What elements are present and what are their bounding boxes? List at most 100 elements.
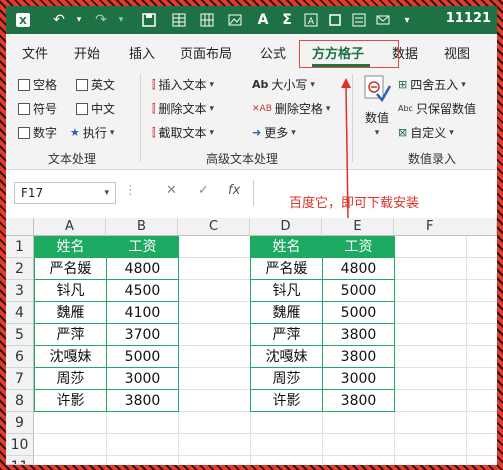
- button-label: 删除文本: [158, 102, 207, 116]
- name-box[interactable]: F17 ▾: [14, 182, 116, 204]
- table-divider: [250, 389, 395, 390]
- text-icon[interactable]: A: [254, 11, 272, 29]
- undo-icon[interactable]: ↶: [50, 11, 68, 29]
- checkbox-english[interactable]: 英文: [76, 76, 115, 93]
- format-icon[interactable]: [350, 11, 368, 29]
- insert-text-button[interactable]: ⫿ 插入文本 ▾: [152, 76, 214, 93]
- checkbox-box[interactable]: [18, 102, 30, 115]
- formula-bar-divider: [253, 180, 254, 206]
- tab-insert[interactable]: 插入: [129, 43, 155, 62]
- select-all-corner[interactable]: [6, 218, 34, 236]
- column-header-b[interactable]: B: [106, 218, 178, 236]
- tab-page-layout[interactable]: 页面布局: [180, 43, 232, 62]
- table-icon[interactable]: [170, 11, 188, 29]
- checkbox-box[interactable]: [18, 126, 30, 139]
- chevron-down-icon[interactable]: ▾: [104, 188, 109, 198]
- group-divider: [140, 74, 141, 162]
- execute-button[interactable]: ★ 执行 ▾: [70, 124, 114, 141]
- more-button[interactable]: ➜ 更多 ▾: [252, 124, 296, 141]
- grid-icon[interactable]: [198, 11, 216, 29]
- confirm-icon[interactable]: ✓: [198, 183, 209, 198]
- undo-dropdown-icon[interactable]: ▾: [70, 11, 88, 29]
- numeric-button[interactable]: 数值 ▾: [360, 74, 394, 138]
- extract-text-button[interactable]: ⫿ 截取文本 ▾: [152, 124, 214, 141]
- chevron-down-icon: ▾: [209, 79, 215, 90]
- chevron-down-icon: ▾: [109, 127, 115, 138]
- table-divider: [106, 236, 107, 412]
- row-header-9[interactable]: 9: [6, 412, 34, 434]
- checkbox-box[interactable]: [76, 78, 88, 91]
- table-divider: [34, 301, 179, 302]
- checkbox-chinese[interactable]: 中文: [76, 100, 115, 117]
- checkbox-symbol[interactable]: 符号: [18, 100, 57, 117]
- checkbox-label: 空格: [33, 78, 58, 92]
- row-header-4[interactable]: 4: [6, 302, 34, 324]
- gridline: [34, 433, 497, 434]
- row-header-7[interactable]: 7: [6, 368, 34, 390]
- case-button[interactable]: Ab 大小写 ▾: [252, 76, 315, 93]
- row-header-5[interactable]: 5: [6, 324, 34, 346]
- row-header-1[interactable]: 1: [6, 236, 34, 258]
- arrow-right-icon: ➜: [252, 125, 262, 139]
- delete-space-button[interactable]: ✕AB 删除空格 ▾: [252, 100, 330, 117]
- round-button[interactable]: ⊞ 四舍五入 ▾: [398, 76, 466, 93]
- button-label: 更多: [264, 126, 289, 140]
- row-header-3[interactable]: 3: [6, 280, 34, 302]
- column-header-a[interactable]: A: [34, 218, 106, 236]
- chevron-down-icon: ▾: [209, 127, 215, 138]
- mail-icon[interactable]: [374, 11, 392, 29]
- row-header-11[interactable]: 11: [6, 456, 34, 465]
- table-divider: [34, 345, 179, 346]
- save-icon[interactable]: [140, 11, 158, 29]
- formula-bar: F17 ▾ ⋮ ✕ ✓ fx: [6, 170, 497, 216]
- chevron-down-icon: ▾: [449, 127, 454, 138]
- delete-text-icon: ⫿: [152, 101, 156, 115]
- row-header-2[interactable]: 2: [6, 258, 34, 280]
- keep-value-button[interactable]: Abc 只保留数值: [398, 100, 476, 117]
- execute-label: 执行: [82, 126, 107, 140]
- column-header-d[interactable]: D: [250, 218, 322, 236]
- fx-icon[interactable]: fx: [228, 183, 240, 198]
- title-bar: X ↶ ▾ ↷ ▾ A Σ A ▾ 11121: [6, 6, 497, 34]
- tab-view[interactable]: 视图: [444, 43, 470, 62]
- checkbox-space[interactable]: 空格: [18, 76, 57, 93]
- checkbox-box[interactable]: [18, 78, 30, 91]
- table-divider: [34, 323, 179, 324]
- customize-qat-icon[interactable]: ▾: [398, 11, 416, 29]
- row-header-6[interactable]: 6: [6, 346, 34, 368]
- column-header-c[interactable]: C: [178, 218, 250, 236]
- round-icon: ⊞: [398, 77, 408, 91]
- delete-space-icon: ✕AB: [252, 103, 272, 114]
- tab-file[interactable]: 文件: [22, 43, 48, 62]
- button-label: 自定义: [410, 126, 447, 140]
- formula-icon[interactable]: A: [302, 11, 320, 29]
- chevron-down-icon: ▾: [461, 79, 466, 90]
- image-icon[interactable]: [226, 11, 244, 29]
- column-header-e[interactable]: E: [322, 218, 394, 236]
- checkbox-box[interactable]: [76, 102, 88, 115]
- custom-button[interactable]: ⊠ 自定义 ▾: [398, 124, 454, 141]
- table-divider: [322, 236, 323, 412]
- cancel-icon[interactable]: ✕: [166, 183, 177, 198]
- tab-formulas[interactable]: 公式: [260, 43, 286, 62]
- tab-home[interactable]: 开始: [74, 43, 100, 62]
- checkbox-number[interactable]: 数字: [18, 124, 57, 141]
- chevron-down-icon: ▾: [291, 127, 296, 138]
- table-divider: [250, 323, 395, 324]
- delete-text-button[interactable]: ⫿ 删除文本 ▾: [152, 100, 214, 117]
- button-label: 四舍五入: [410, 78, 459, 92]
- row-header-8[interactable]: 8: [6, 390, 34, 412]
- table-divider: [250, 367, 395, 368]
- annotation-text: 百度它，即可下载安装: [289, 196, 420, 211]
- redo-dropdown-icon[interactable]: ▾: [112, 11, 130, 29]
- excel-window: X ↶ ▾ ↷ ▾ A Σ A ▾ 11121 文件 开始 插入 页面布局 公式…: [6, 6, 497, 465]
- box-icon[interactable]: [326, 11, 344, 29]
- redo-icon[interactable]: ↷: [92, 11, 110, 29]
- row-header-10[interactable]: 10: [6, 434, 34, 456]
- sigma-icon[interactable]: Σ: [278, 11, 296, 29]
- table-divider: [250, 301, 395, 302]
- column-header-f[interactable]: F: [394, 218, 497, 236]
- chevron-down-icon: ▾: [209, 103, 215, 114]
- svg-text:X: X: [19, 16, 27, 27]
- group-label-advanced: 高级文本处理: [206, 152, 279, 166]
